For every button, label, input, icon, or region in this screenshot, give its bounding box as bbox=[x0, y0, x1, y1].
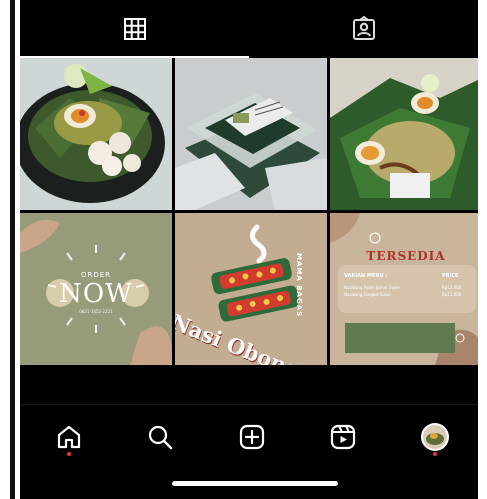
post-tile-4[interactable]: ORDER NOW 0821-3452-2221 bbox=[20, 213, 172, 365]
price-column-label: PRICE bbox=[442, 273, 459, 279]
instagram-profile-screen: ORDER NOW 0821-3452-2221 Nasi Obong MAMA… bbox=[20, 0, 478, 499]
home-icon bbox=[57, 425, 81, 449]
home-indicator[interactable] bbox=[172, 481, 338, 486]
profile-avatar-icon bbox=[421, 423, 449, 451]
nav-create[interactable] bbox=[232, 417, 272, 457]
post-tile-6[interactable]: TERSEDIA VARIAN MENU : PRICE Nasikong Ay… bbox=[330, 213, 478, 365]
post-tile-1[interactable] bbox=[20, 58, 172, 210]
post-tile-5[interactable]: Nasi Obong MAMA BAGAS bbox=[175, 213, 327, 365]
brand-subtitle: MAMA BAGAS bbox=[295, 253, 303, 318]
post-image-boxes bbox=[175, 58, 327, 210]
create-post-icon bbox=[239, 424, 265, 450]
menu-item-price: Rp11,000 bbox=[442, 292, 462, 297]
nav-reels[interactable] bbox=[323, 417, 363, 457]
profile-tab-bar bbox=[20, 0, 478, 58]
device-bezel-right bbox=[478, 0, 487, 499]
tab-posts-grid[interactable] bbox=[20, 0, 249, 58]
menu-item-name: Nasikong Ayam Jamur Suwir bbox=[344, 285, 401, 290]
menu-column-label: VARIAN MENU : bbox=[344, 273, 388, 279]
post-image-leaf bbox=[330, 58, 478, 210]
search-icon bbox=[148, 425, 173, 450]
menu-item-price: Rp13,000 bbox=[442, 285, 462, 290]
tab-tagged[interactable] bbox=[249, 0, 478, 58]
grid-icon bbox=[123, 18, 146, 40]
promo-phone-number: 0821-3452-2221 bbox=[79, 309, 113, 314]
promo-now-label: NOW bbox=[59, 279, 133, 309]
profile-notification-dot bbox=[433, 452, 437, 456]
nav-home[interactable] bbox=[49, 417, 89, 457]
nav-profile[interactable] bbox=[415, 417, 455, 457]
reels-icon bbox=[330, 424, 356, 450]
grid-empty-space bbox=[20, 366, 478, 404]
device-bezel-edge bbox=[10, 0, 15, 499]
nav-search[interactable] bbox=[140, 417, 180, 457]
post-tile-2[interactable] bbox=[175, 58, 327, 210]
home-notification-dot bbox=[67, 452, 71, 456]
post-image-plate bbox=[20, 58, 172, 210]
menu-item-name: Nasikong Tongkol Suwir bbox=[344, 292, 391, 297]
promo-order-label: ORDER bbox=[80, 271, 112, 279]
menu-heading: TERSEDIA bbox=[366, 249, 446, 263]
post-grid: ORDER NOW 0821-3452-2221 Nasi Obong MAMA… bbox=[20, 58, 478, 366]
post-tile-3[interactable] bbox=[330, 58, 478, 210]
tagged-person-icon bbox=[352, 16, 375, 40]
